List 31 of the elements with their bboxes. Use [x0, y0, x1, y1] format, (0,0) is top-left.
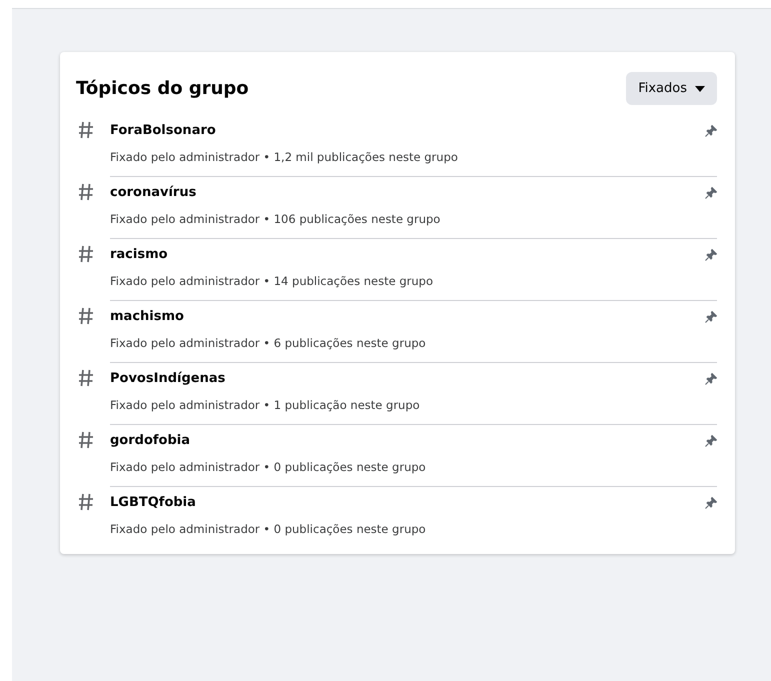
hashtag-icon [78, 245, 94, 263]
topic-name[interactable]: coronavírus [110, 185, 196, 200]
pin-icon[interactable] [705, 372, 717, 384]
topic-details: Fixado pelo administrador • 0 publicações neste grupo [110, 460, 427, 474]
hashtag-icon [78, 431, 94, 449]
pin-icon[interactable] [705, 434, 717, 446]
topic-details: Fixado pelo administrador • 1 publicação neste grupo [110, 398, 421, 412]
pin-icon[interactable] [705, 496, 717, 508]
topic-details: Fixado pelo administrador • 0 publicações neste grupo [110, 522, 427, 536]
hashtag-icon [78, 183, 94, 201]
topic-name[interactable]: racismo [110, 247, 168, 262]
topic-details: Fixado pelo administrador • 14 publicações neste grupo [110, 274, 434, 288]
topic-details: Fixado pelo administrador • 106 publicações neste grupo [110, 212, 442, 226]
topic-name[interactable]: gordofobia [110, 433, 190, 448]
topic-name[interactable]: LGBTQfobia [110, 495, 196, 510]
card-title: Tópicos do grupo [76, 78, 249, 99]
pin-icon[interactable] [705, 248, 717, 260]
hashtag-icon [78, 307, 94, 325]
filter-dropdown[interactable]: Fixados [626, 72, 717, 105]
pin-icon[interactable] [705, 124, 717, 136]
topic-details: Fixado pelo administrador • 1,2 mil publicações neste grupo [110, 150, 459, 164]
hashtag-icon [78, 121, 94, 139]
topic-name[interactable]: machismo [110, 309, 184, 324]
hashtag-icon [78, 493, 94, 511]
topic-name[interactable]: ForaBolsonaro [110, 123, 216, 138]
caret-icon [695, 86, 705, 92]
hashtag-icon [78, 369, 94, 387]
topic-name[interactable]: PovosIndígenas [110, 371, 226, 386]
topic-details: Fixado pelo administrador • 6 publicações neste grupo [110, 336, 427, 350]
pin-icon[interactable] [705, 310, 717, 322]
pin-icon[interactable] [705, 186, 717, 198]
